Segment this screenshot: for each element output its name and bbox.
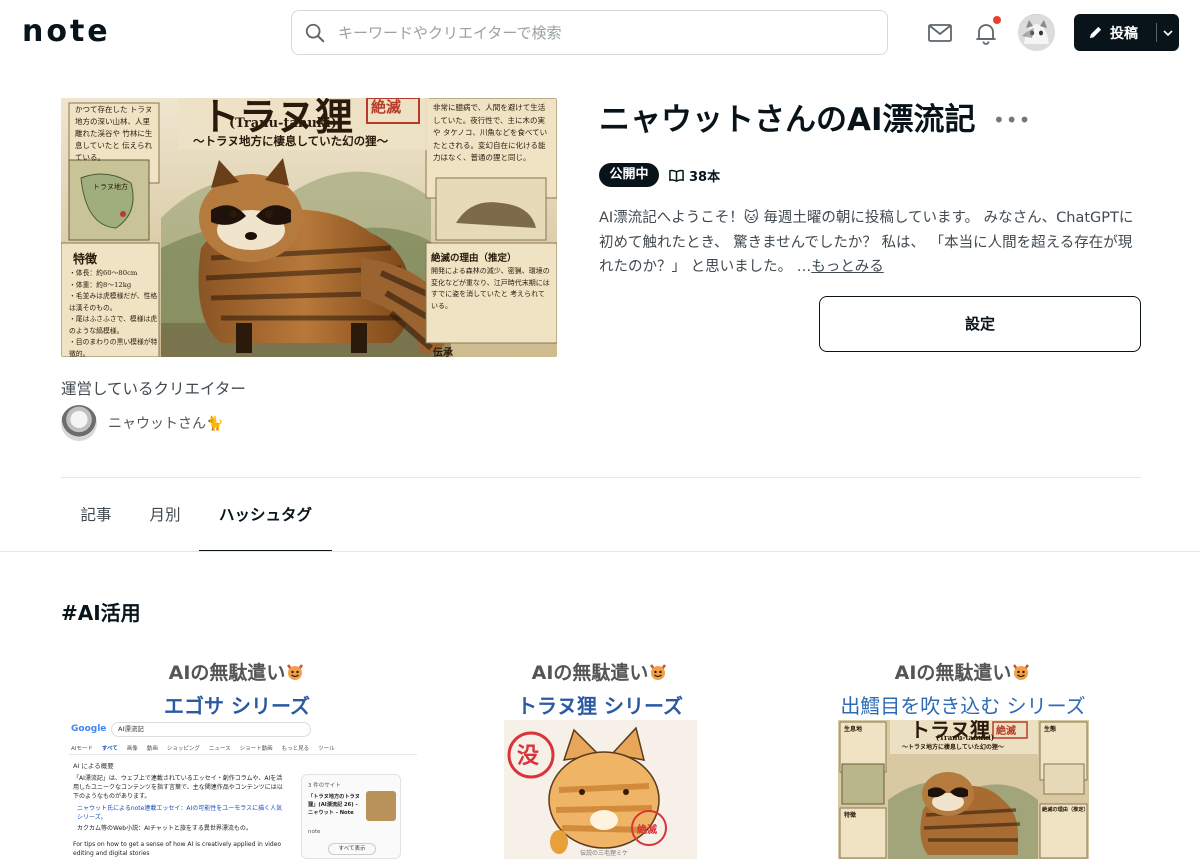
magazine-cover-image[interactable]: トラヌ狸 絶滅 (Tranu-tanuki) 〜トラヌ地方に棲息していた幻の狸〜… (61, 98, 557, 357)
site-header: note 投稿 (0, 0, 1200, 64)
cat-tanuki-thumbnail: 没 絶滅 伝説の三毛狸ミケ (504, 720, 697, 859)
mini-search-tab: ツール (318, 746, 335, 752)
devil-emoji-icon (650, 664, 667, 680)
thumb-caption: 伝説の三毛狸ミケ (580, 850, 629, 857)
tabs-divider (0, 551, 1200, 552)
search-box[interactable] (291, 10, 888, 55)
mini-subtitle-jp: 〜トラヌ地方に棲息していた幻の狸〜 (902, 744, 1004, 751)
book-icon (669, 169, 684, 182)
settings-button[interactable]: 設定 (819, 296, 1141, 352)
mini-search-tab: ショート動画 (239, 746, 273, 752)
ai-result-text: 「AI漂流記」は、ウェブ上で連載されているエッセイ・創作コラムや、AIを活用した… (73, 775, 283, 800)
cover-right-note: 非常に臆病で、人間を避けて生活していた。夜行性で、主に木の実や タケノコ、川魚な… (433, 103, 548, 162)
mini-right-label: 生態 (1044, 726, 1057, 733)
mini-left-label: 生息地 (844, 726, 863, 733)
card-series-title: エゴサ シリーズ (164, 694, 310, 718)
mini-features-label: 特徴 (844, 812, 857, 819)
hashtag-section-title[interactable]: #AI活用 (61, 597, 141, 626)
stamp-small: 絶滅 (637, 825, 657, 836)
mini-search-tab: AIモード (71, 746, 93, 752)
magazine-tabs: 記事 月別 ハッシュタグ (61, 490, 1141, 552)
cover-stamp: 絶滅 (371, 98, 402, 116)
search-input[interactable] (338, 11, 868, 54)
cover-subtitle-jp: 〜トラヌ地方に棲息していた幻の狸〜 (193, 134, 389, 148)
google-logo: Google (71, 724, 107, 734)
mini-search-tab: すべて (101, 746, 118, 752)
note-logo[interactable]: note (22, 15, 111, 49)
cover-feature-item: ・目のまわりの黒い模様が特徴的。 (69, 338, 158, 357)
tab-articles[interactable]: 記事 (61, 490, 131, 552)
user-avatar[interactable] (1018, 14, 1055, 51)
creator-name[interactable]: ニャウットさん🐈 (108, 413, 223, 433)
cover-reason-title: 絶滅の理由（推定） (431, 253, 517, 264)
mini-search-tab: もっと見る (281, 746, 310, 752)
magazine-description: AI漂流記へようこそ！🐱 毎週土曜の朝に投稿しています。 みなさん、ChatGP… (599, 206, 1143, 280)
post-button[interactable]: 投稿 (1074, 14, 1179, 51)
notification-badge (993, 16, 1001, 24)
devil-emoji-icon (287, 664, 304, 680)
mini-search-tab: ショッピング (166, 746, 200, 752)
article-count-value: 38本 (689, 170, 721, 185)
post-button-separator (1156, 23, 1157, 42)
ai-result-bullet: ニャウット氏によるnote連載エッセイ：AIの可能性をユーモラスに描く人気シリー… (77, 805, 283, 821)
more-options-icon[interactable]: ••• (993, 108, 1031, 132)
tab-monthly[interactable]: 月別 (131, 490, 199, 552)
mini-stamp: 絶滅 (996, 726, 1016, 737)
read-more-link[interactable]: もっとみる (811, 259, 884, 275)
card-series-title: トラヌ狸 シリーズ (517, 694, 683, 718)
mini-subtitle-en: (Tranu-tanuki) (936, 733, 995, 742)
cover-legend-label: 伝承 (433, 348, 453, 357)
search-icon (305, 23, 325, 43)
section-divider (61, 477, 1141, 478)
creator-avatar[interactable] (61, 405, 97, 441)
chevron-down-icon[interactable] (1162, 28, 1174, 38)
mini-reason-label: 絶滅の理由（推定） (1042, 807, 1089, 813)
card-line1: AIの無駄遣い (57, 658, 417, 685)
mail-icon[interactable] (927, 20, 953, 46)
mini-search-tab: ニュース (208, 746, 231, 752)
mini-search-box: AI漂流記 (111, 722, 311, 737)
cover-feature-item: ・体長：約60〜80cm (69, 269, 138, 277)
creator-section-label: 運営しているクリエイター (61, 380, 246, 398)
google-search-thumbnail: Google AI漂流記 AIモード すべて 画像 動画 ショッピング ニュース ショート動… (69, 720, 417, 859)
card-series-title: 出鱈目を吹き込む シリーズ (840, 694, 1086, 718)
mini-search-tab: 画像 (126, 746, 138, 752)
cover-left-note: かつて存在した トラヌ地方の深い山林、人里離れた渓谷や 竹林に生息していたと 伝… (75, 105, 153, 162)
devil-emoji-icon (1013, 664, 1030, 680)
cover-features-list: ・体長：約60〜80cm ・体重：約8〜12kg ・毛並みは虎模様だが、性格は漢その… (69, 268, 159, 357)
cover-map-label: トラヌ地方 (93, 183, 128, 191)
tab-hashtags[interactable]: ハッシュタグ (199, 490, 332, 552)
article-card-tanuki[interactable]: AIの無駄遣い トラヌ狸 シリーズ 没 絶滅 伝説の三毛狸ミケ (420, 656, 780, 859)
article-card-egosa[interactable]: AIの無駄遣い エゴサ シリーズ Google AI漂流記 AIモード すべて 画像… (57, 656, 417, 859)
magazine-title: ニャウットさんのAI漂流記 (599, 102, 976, 138)
cover-reason-text: 開発による森林の減少、密猟、環境の変化などが重なり、江戸時代末期には すでに姿を… (431, 267, 550, 310)
card-line1: AIの無駄遣い (420, 658, 780, 685)
mini-search-tab: 動画 (146, 746, 158, 752)
cover-features-title: 特徴 (73, 252, 98, 266)
pencil-icon (1089, 26, 1102, 39)
article-card-nonsense[interactable]: AIの無駄遣い 出鱈目を吹き込む シリーズ トラヌ狸 絶滅 (Tranu-tan… (783, 656, 1143, 859)
cat-avatar-icon (1018, 14, 1055, 51)
cover-feature-item: ・毛並みは虎模様だが、性格は漢そのもの。 (69, 292, 158, 312)
ai-overview-label: AI による概要 (73, 762, 114, 770)
cover-feature-item: ・体重：約8〜12kg (69, 280, 132, 289)
post-button-label: 投稿 (1110, 26, 1138, 42)
source-card: 3 件のサイト 「トラヌ地方のトラヌ狸」(AI漂流記 26) - ニャウット -… (301, 774, 401, 859)
ai-result-bullet2: カクカム等のWeb小説：AIチャットと旅をする異世界漂流もの。 (77, 825, 252, 832)
mini-search-tabs: AIモード すべて 画像 動画 ショッピング ニュース ショート動画 もっと見る ツール (71, 744, 411, 752)
card-line1: AIの無駄遣い (783, 658, 1143, 685)
ai-footer-text: For tips on how to get a sense of how AI… (73, 841, 282, 857)
cover-subtitle-en: (Tranu-tanuki) (229, 116, 337, 131)
cover-feature-item: ・尾はふさふさで、模様は虎のような縞模様。 (69, 315, 158, 335)
tanuki-poster-thumbnail: トラヌ狸 絶滅 (Tranu-tanuki) 〜トラヌ地方に棲息していた幻の狸〜… (838, 720, 1089, 859)
status-badge: 公開中 (599, 163, 659, 187)
article-count: 38本 (669, 166, 720, 185)
stamp-big: 没 (517, 743, 540, 769)
